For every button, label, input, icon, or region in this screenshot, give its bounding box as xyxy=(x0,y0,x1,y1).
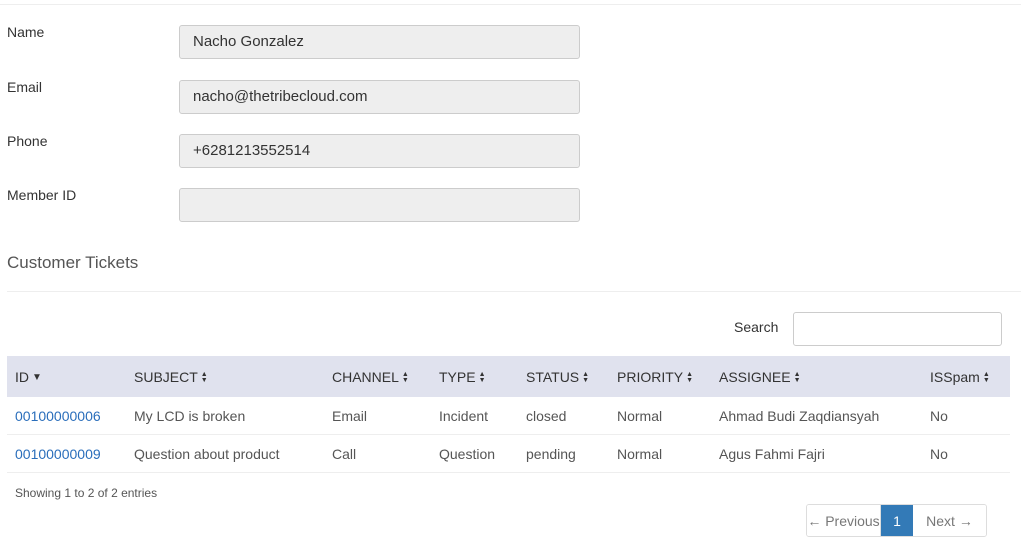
column-header-label: PRIORITY xyxy=(617,368,684,385)
table-info: Showing 1 to 2 of 2 entries xyxy=(15,486,158,500)
column-header-channel[interactable]: CHANNEL ▲ ▼ xyxy=(324,356,431,397)
ticket-type-cell: Question xyxy=(431,434,518,473)
name-field[interactable]: Nacho Gonzalez xyxy=(179,25,580,59)
column-header-label: CHANNEL xyxy=(332,368,399,385)
column-header-label: TYPE xyxy=(439,368,476,385)
previous-page-button[interactable]: ← Previous xyxy=(807,505,881,536)
page-1-button[interactable]: 1 xyxy=(881,505,913,536)
ticket-id-link[interactable]: 00100000006 xyxy=(15,408,101,424)
ticket-type-cell: Incident xyxy=(431,397,518,435)
column-header-label: SUBJECT xyxy=(134,368,198,385)
sort-both-icon: ▲ ▼ xyxy=(793,370,801,384)
sort-both-icon: ▲ ▼ xyxy=(401,370,409,384)
phone-field[interactable]: +6281213552514 xyxy=(179,134,580,168)
phone-row: Phone +6281213552514 xyxy=(0,133,1021,168)
column-header-label: ID xyxy=(15,368,29,385)
sort-both-icon: ▲ ▼ xyxy=(982,370,990,384)
ticket-channel-cell: Call xyxy=(324,434,431,473)
ticket-status-cell: pending xyxy=(518,434,609,473)
ticket-assignee-cell: Agus Fahmi Fajri xyxy=(711,434,922,473)
column-header-priority[interactable]: PRIORITY ▲ ▼ xyxy=(609,356,711,397)
section-title: Customer Tickets xyxy=(7,253,139,272)
ticket-id-link[interactable]: 00100000009 xyxy=(15,446,101,462)
column-header-isspam[interactable]: ISSpam ▲ ▼ xyxy=(922,356,1010,397)
name-label: Name xyxy=(7,24,45,40)
email-row: Email nacho@thetribecloud.com xyxy=(0,79,1021,114)
ticket-assignee-cell: Ahmad Budi Zaqdiansyah xyxy=(711,397,922,435)
section-divider xyxy=(7,291,1021,292)
phone-label: Phone xyxy=(7,133,48,149)
table-row: 00100000009 Question about product Call … xyxy=(7,434,1010,473)
member-id-row: Member ID xyxy=(0,187,1021,222)
ticket-id-cell: 00100000009 xyxy=(7,434,126,473)
caret-down-icon: ▼ xyxy=(32,371,42,383)
sort-both-icon: ▲ ▼ xyxy=(478,370,486,384)
ticket-subject-cell: Question about product xyxy=(126,434,324,473)
table-header-row: ID ▼ SUBJECT ▲ ▼ CHANNEL ▲ ▼ TYPE ▲ ▼ STATUS ▲ ▼ … xyxy=(7,356,1010,397)
name-row: Name Nacho Gonzalez xyxy=(0,24,1021,59)
column-header-subject[interactable]: SUBJECT ▲ ▼ xyxy=(126,356,324,397)
search-label: Search xyxy=(734,319,779,335)
table-row: 00100000006 My LCD is broken Email Incid… xyxy=(7,397,1010,435)
ticket-priority-cell: Normal xyxy=(609,434,711,473)
ticket-priority-cell: Normal xyxy=(609,397,711,435)
ticket-status-cell: closed xyxy=(518,397,609,435)
email-label: Email xyxy=(7,79,43,95)
column-header-label: ISSpam xyxy=(930,368,980,385)
column-header-status[interactable]: STATUS ▲ ▼ xyxy=(518,356,609,397)
column-header-label: STATUS xyxy=(526,368,580,385)
next-page-button[interactable]: Next → xyxy=(913,505,986,536)
column-header-id[interactable]: ID ▼ xyxy=(7,356,126,397)
top-divider xyxy=(0,4,1021,5)
ticket-isspam-cell: No xyxy=(922,434,1010,473)
column-header-assignee[interactable]: ASSIGNEE ▲ ▼ xyxy=(711,356,922,397)
customer-detail-page: Name Nacho Gonzalez Email nacho@thetribe… xyxy=(0,0,1021,539)
sort-both-icon: ▲ ▼ xyxy=(200,370,208,384)
ticket-subject-cell: My LCD is broken xyxy=(126,397,324,435)
ticket-channel-cell: Email xyxy=(324,397,431,435)
member-id-label: Member ID xyxy=(7,187,77,203)
column-header-label: ASSIGNEE xyxy=(719,368,791,385)
member-id-field[interactable] xyxy=(179,188,580,222)
search-input[interactable] xyxy=(793,312,1002,346)
sort-both-icon: ▲ ▼ xyxy=(582,370,590,384)
ticket-id-cell: 00100000006 xyxy=(7,397,126,435)
pagination: ← Previous 1 Next → xyxy=(806,504,987,537)
tickets-table: ID ▼ SUBJECT ▲ ▼ CHANNEL ▲ ▼ TYPE ▲ ▼ STATUS ▲ ▼ … xyxy=(7,356,1010,473)
column-header-type[interactable]: TYPE ▲ ▼ xyxy=(431,356,518,397)
sort-both-icon: ▲ ▼ xyxy=(686,370,694,384)
email-field[interactable]: nacho@thetribecloud.com xyxy=(179,80,580,114)
ticket-isspam-cell: No xyxy=(922,397,1010,435)
